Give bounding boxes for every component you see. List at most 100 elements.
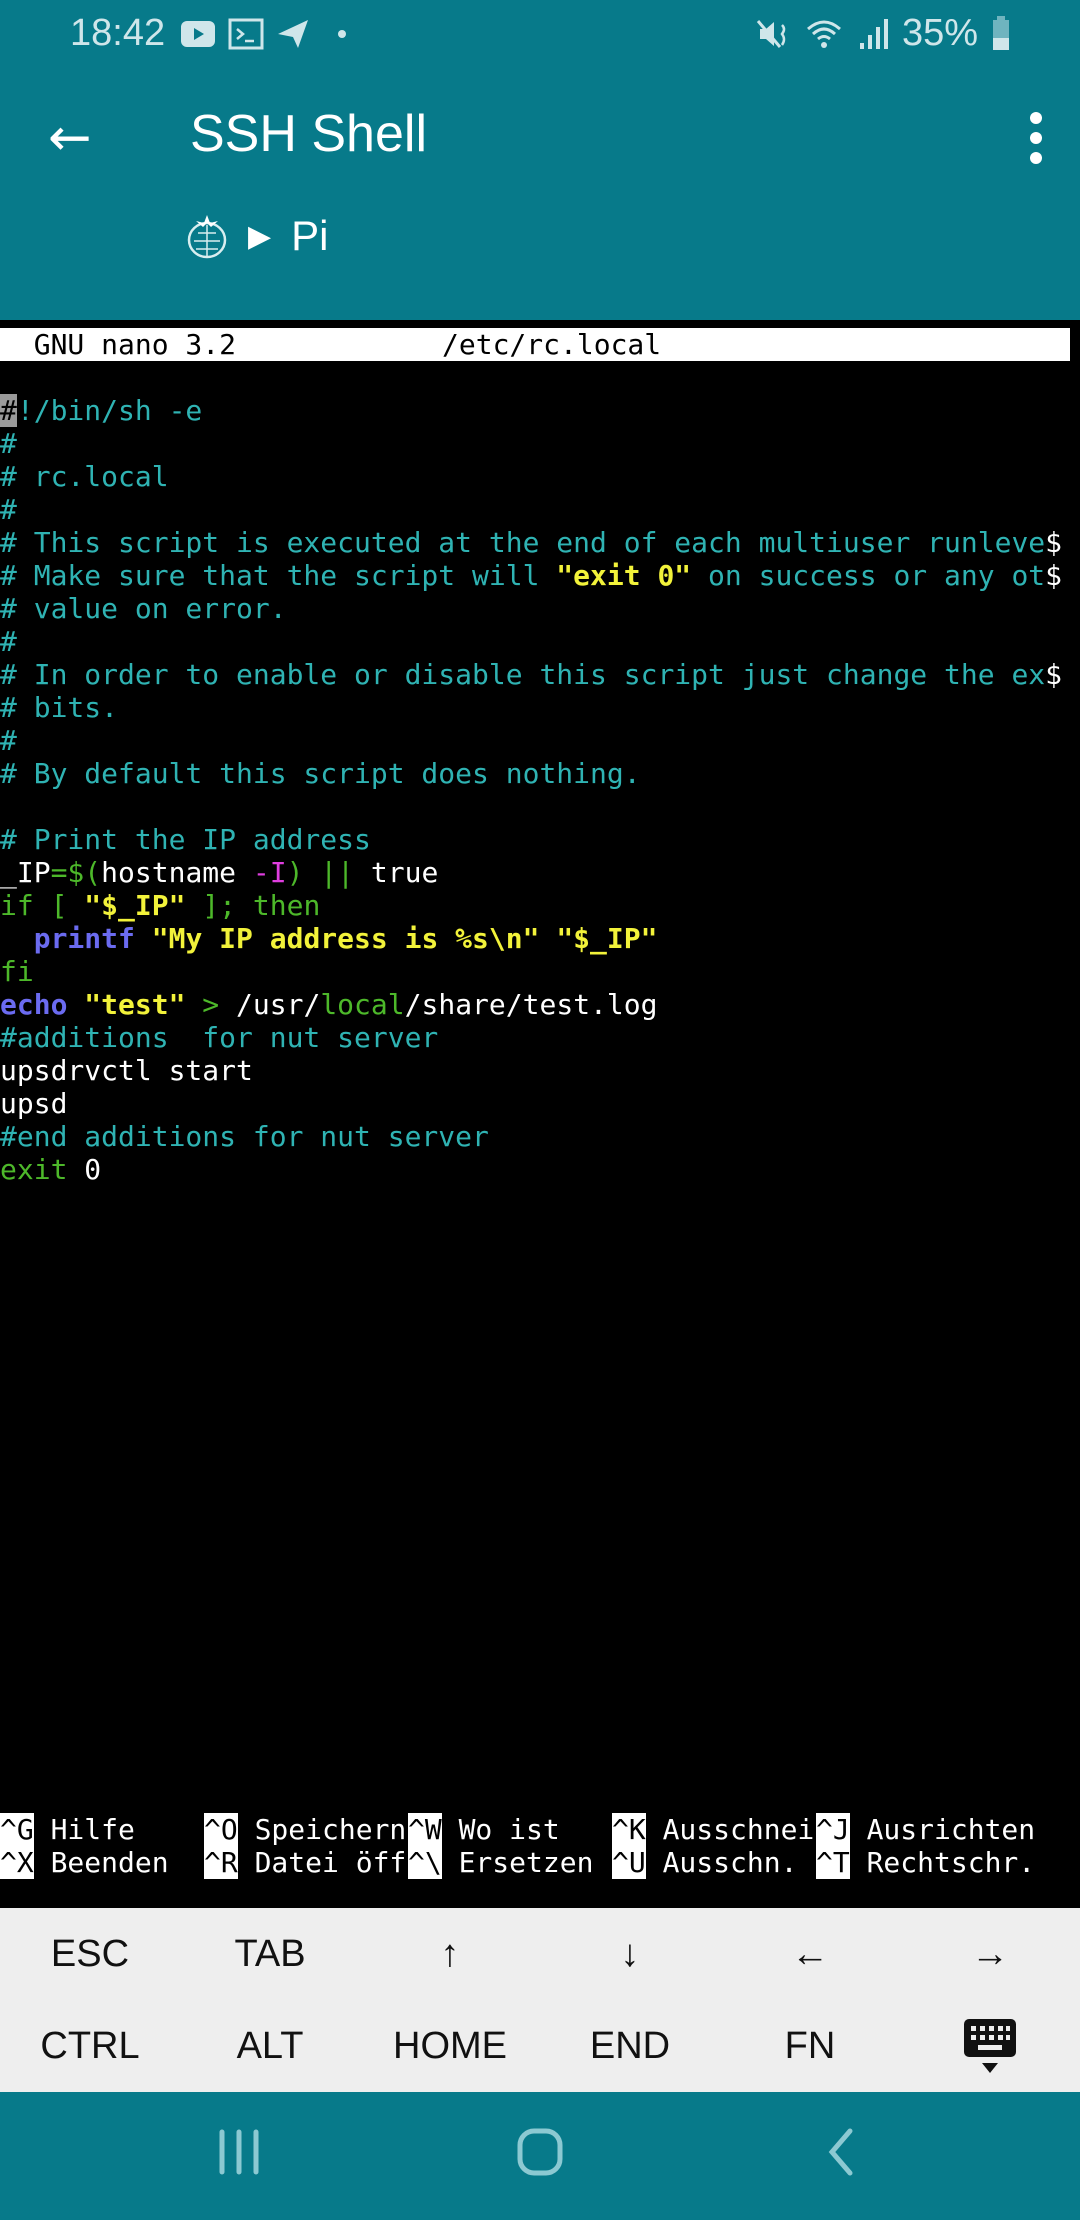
raspberry-pi-icon	[187, 215, 227, 259]
back-button[interactable]: ←	[48, 108, 92, 168]
code-token: # rc.local	[0, 460, 169, 493]
dot-icon	[338, 30, 346, 38]
key-tab[interactable]: TAB	[180, 1908, 360, 2000]
caret-right-icon: ▶	[248, 219, 272, 253]
editor-line: # value on error.	[0, 592, 287, 625]
nano-shortcut[interactable]: ^U Ausschn.	[612, 1846, 797, 1879]
status-time: 18:42	[70, 12, 166, 54]
nano-shortcut[interactable]: ^X Beenden	[0, 1846, 169, 1879]
key-ctrl[interactable]: CTRL	[0, 2000, 180, 2092]
toggle-keyboard-button[interactable]	[900, 2000, 1080, 2092]
editor-line: # bits.	[0, 691, 118, 724]
code-token: >	[185, 988, 237, 1021]
key-up[interactable]: ↑	[360, 1908, 540, 2000]
battery-percent: 35%	[901, 12, 978, 54]
telegram-icon	[278, 20, 308, 48]
editor-line: #	[0, 625, 17, 658]
signal-icon	[859, 18, 888, 49]
cursor: #	[0, 394, 17, 427]
code-token: _IP	[0, 856, 51, 889]
nano-version: GNU nano 3.2	[0, 328, 237, 361]
editor-line: #	[0, 427, 17, 460]
home-icon[interactable]	[516, 2128, 564, 2176]
key-end[interactable]: END	[540, 2000, 720, 2092]
nano-shortcut[interactable]: ^O Speichern	[204, 1813, 406, 1846]
code-token: $	[1045, 526, 1063, 559]
code-token: # bits.	[0, 691, 119, 724]
key-right[interactable]: →	[900, 1908, 1080, 2000]
shortcut-label: Ausschnei	[645, 1813, 815, 1846]
editor-line: #additions for nut server	[0, 1021, 438, 1054]
code-token: echo	[0, 988, 68, 1021]
code-token: exit	[0, 1153, 68, 1186]
overflow-menu-button[interactable]	[1028, 112, 1044, 164]
code-token: #	[0, 724, 17, 757]
code-token: #	[0, 493, 17, 526]
code-token: 0	[67, 1153, 102, 1186]
shortcut-key: ^J	[816, 1813, 850, 1846]
code-token: # By default this script does nothing.	[0, 757, 641, 790]
shortcut-label: Speichern	[237, 1813, 407, 1846]
editor-line: if [ "$_IP" ]; then	[0, 889, 320, 922]
shortcut-key: ^G	[0, 1813, 34, 1846]
key-alt[interactable]: ALT	[180, 2000, 360, 2092]
nano-filename: /etc/rc.local	[442, 328, 662, 361]
shortcut-key: ^K	[612, 1813, 646, 1846]
shortcut-label: Ausrichten	[849, 1813, 1036, 1846]
shortcut-key: ^R	[204, 1846, 238, 1879]
code-token: /usr/	[236, 988, 321, 1021]
code-token: #additions for nut server	[0, 1021, 439, 1054]
nano-shortcut[interactable]: ^J Ausrichten	[816, 1813, 1035, 1846]
breadcrumb-host[interactable]: Pi	[291, 212, 328, 260]
back-nav-icon[interactable]	[822, 2128, 858, 2176]
code-token: "exit 0"	[556, 559, 692, 592]
nano-shortcut[interactable]: ^R Datei öff	[204, 1846, 406, 1879]
editor-line: #	[0, 724, 17, 757]
breadcrumb: ▶ Pi	[186, 212, 328, 260]
nano-shortcut[interactable]: ^G Hilfe	[0, 1813, 135, 1846]
code-token: printf	[33, 922, 135, 955]
key-home[interactable]: HOME	[360, 2000, 540, 2092]
editor-line: upsdrvctl start	[0, 1054, 253, 1087]
code-token: # This script is executed at the end of …	[0, 526, 1046, 559]
extra-keys-bar: ESC TAB ↑ ↓ ← → CTRL ALT HOME END FN	[0, 1908, 1080, 2092]
terminal[interactable]: GNU nano 3.2/etc/rc.local #!/bin/sh -e # #…	[0, 328, 1080, 1908]
key-down[interactable]: ↓	[540, 1908, 720, 2000]
code-token: -I	[252, 856, 287, 889]
key-fn[interactable]: FN	[720, 2000, 900, 2092]
code-token: # Print the IP address	[0, 823, 371, 856]
code-token: true	[370, 856, 439, 889]
arrow-left-icon: ←	[48, 108, 92, 168]
code-token: /share/test.log	[404, 988, 658, 1021]
nano-title-bar: GNU nano 3.2/etc/rc.local	[0, 328, 1070, 361]
nano-shortcut[interactable]: ^W Wo ist	[408, 1813, 560, 1846]
editor-line: printf "My IP address is %s\n" "$_IP"	[0, 922, 658, 955]
nano-shortcut[interactable]: ^T Rechtschr.	[816, 1846, 1035, 1879]
code-token: # Make sure that the script will	[0, 559, 557, 592]
shortcut-key: ^W	[408, 1813, 442, 1846]
navigation-bar	[0, 2092, 1080, 2220]
code-token: ||	[303, 856, 371, 889]
editor-line: # Make sure that the script will "exit 0…	[0, 559, 1062, 592]
app-bar: 18:42 35% ← SSH Shell ▶ Pi	[0, 0, 1080, 320]
editor-line: # This script is executed at the end of …	[0, 526, 1062, 559]
key-esc[interactable]: ESC	[0, 1908, 180, 2000]
status-bar: 18:42 35%	[0, 8, 1080, 68]
code-token: "$_IP"	[84, 889, 186, 922]
shortcut-key: ^\	[408, 1846, 442, 1879]
terminal-icon	[228, 18, 264, 50]
code-token: $	[1045, 658, 1063, 691]
recent-apps-icon[interactable]	[216, 2128, 262, 2176]
code-token: "My IP address is %s\n" "$_IP"	[151, 922, 658, 955]
shortcut-label: Datei öff	[237, 1846, 407, 1879]
key-left[interactable]: ←	[720, 1908, 900, 2000]
nano-shortcut[interactable]: ^K Ausschnei	[612, 1813, 814, 1846]
editor-line: #end additions for nut server	[0, 1120, 489, 1153]
code-token: #	[0, 625, 17, 658]
code-token: !/bin/sh -e	[16, 394, 203, 427]
nano-shortcut[interactable]: ^\ Ersetzen	[408, 1846, 593, 1879]
page-title: SSH Shell	[190, 105, 427, 163]
